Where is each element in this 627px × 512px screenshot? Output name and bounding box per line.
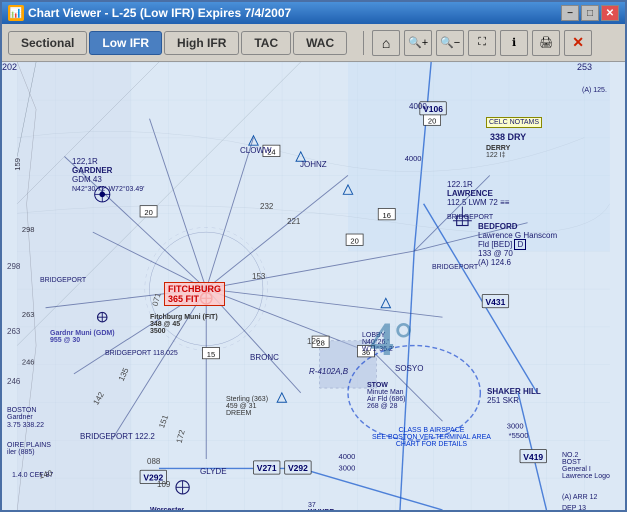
- print-button[interactable]: 🖨: [532, 30, 560, 56]
- chart-close-button[interactable]: ✕: [564, 30, 592, 56]
- svg-text:4000: 4000: [339, 452, 356, 461]
- svg-text:20: 20: [428, 116, 436, 125]
- svg-text:V271: V271: [257, 463, 277, 473]
- svg-text:3000: 3000: [339, 463, 356, 472]
- chart-tabs: Sectional Low IFR High IFR TAC WAC: [8, 31, 347, 55]
- svg-text:3000: 3000: [507, 422, 524, 431]
- svg-text:V419: V419: [523, 452, 543, 462]
- tab-wac[interactable]: WAC: [293, 31, 347, 55]
- svg-text:V106: V106: [423, 104, 443, 114]
- svg-text:24: 24: [267, 148, 275, 157]
- tab-low-ifr[interactable]: Low IFR: [89, 31, 162, 55]
- home-button[interactable]: ⌂: [372, 30, 400, 56]
- chart-svg: 20 24 20 16 20 28 15 36 V106 V431 V271: [2, 62, 625, 510]
- tab-sectional[interactable]: Sectional: [8, 31, 87, 55]
- close-button[interactable]: ✕: [601, 5, 619, 21]
- svg-text:16: 16: [383, 211, 391, 220]
- svg-text:V431: V431: [486, 297, 506, 307]
- info-button[interactable]: ℹ: [500, 30, 528, 56]
- window-controls: − □ ✕: [561, 5, 619, 21]
- minimize-button[interactable]: −: [561, 5, 579, 21]
- window-title: Chart Viewer - L-25 (Low IFR) Expires 7/…: [28, 6, 557, 20]
- maximize-button[interactable]: □: [581, 5, 599, 21]
- compass-indicator: 4°: [370, 312, 413, 367]
- svg-text:36: 36: [362, 348, 370, 357]
- tab-high-ifr[interactable]: High IFR: [164, 31, 239, 55]
- zoom-in-button[interactable]: 🔍+: [404, 30, 432, 56]
- toolbar: Sectional Low IFR High IFR TAC WAC ⌂ 🔍+ …: [2, 24, 625, 62]
- tab-tac[interactable]: TAC: [241, 31, 291, 55]
- title-bar: 📊 Chart Viewer - L-25 (Low IFR) Expires …: [2, 2, 625, 24]
- zoom-out-button[interactable]: 🔍−: [436, 30, 464, 56]
- toolbar-separator: [363, 31, 364, 55]
- svg-text:20: 20: [144, 208, 152, 217]
- main-window: 📊 Chart Viewer - L-25 (Low IFR) Expires …: [0, 0, 627, 512]
- svg-text:20: 20: [350, 236, 358, 245]
- svg-text:V292: V292: [288, 463, 308, 473]
- fullscreen-button[interactable]: ⛶: [468, 30, 496, 56]
- app-icon: 📊: [8, 5, 24, 21]
- svg-text:263: 263: [22, 310, 35, 319]
- svg-text:4000: 4000: [405, 154, 422, 163]
- svg-text:159: 159: [13, 158, 22, 171]
- svg-text:28: 28: [316, 339, 324, 348]
- svg-text:246: 246: [22, 357, 35, 366]
- svg-text:15: 15: [207, 350, 215, 359]
- map-area[interactable]: 20 24 20 16 20 28 15 36 V106 V431 V271: [2, 62, 625, 510]
- svg-text:*5500: *5500: [509, 431, 529, 440]
- svg-text:V292: V292: [143, 473, 163, 483]
